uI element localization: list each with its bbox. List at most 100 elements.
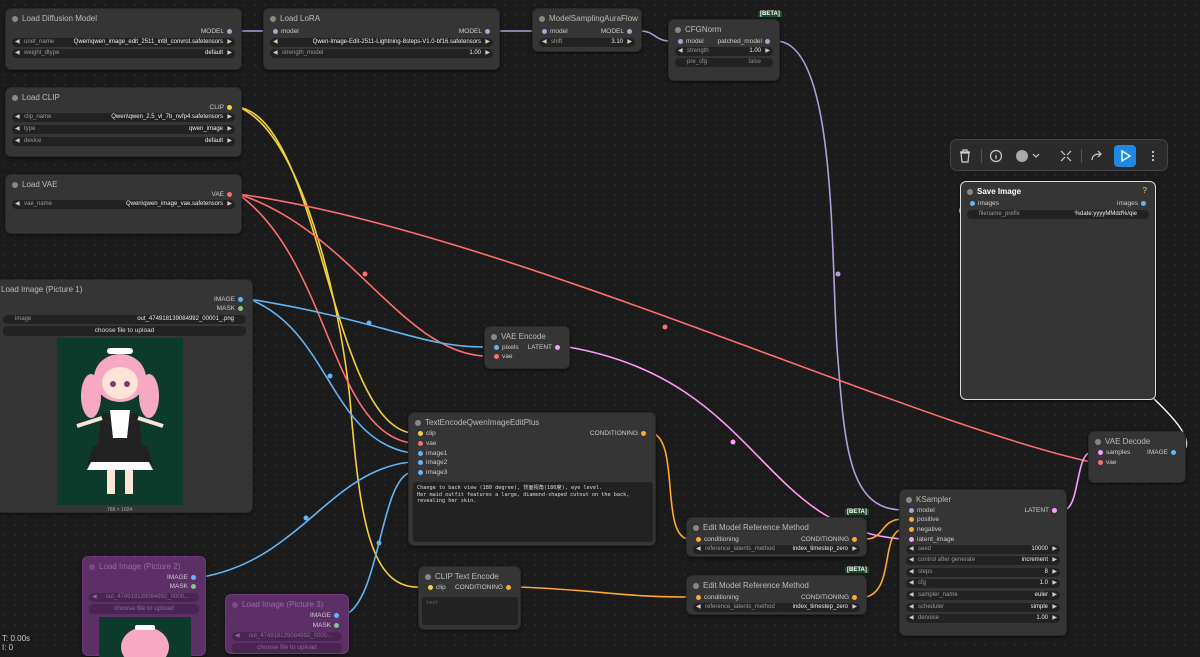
node-title[interactable]: Edit Model Reference Method bbox=[687, 576, 866, 596]
node-vae-decode[interactable]: VAE Decode samples vae IMAGE bbox=[1088, 431, 1186, 483]
redo-icon[interactable] bbox=[1088, 147, 1106, 165]
reference-method-widget[interactable]: ◀ reference_latents_method index_timestep_… bbox=[693, 545, 860, 554]
node-load-image-3[interactable]: Load Image (Picture 3) IMAGE MASK ◀ out_4… bbox=[225, 594, 349, 654]
input-vae[interactable]: vae bbox=[1095, 459, 1116, 467]
strength-widget[interactable]: ◀ strength 1.00 ▶ bbox=[675, 47, 773, 56]
type-widget[interactable]: ◀ type qwen_image ▶ bbox=[12, 125, 235, 134]
upload-button[interactable]: choose file to upload bbox=[3, 326, 246, 336]
reference-method-widget[interactable]: ◀ reference_latents_method index_timestep_… bbox=[693, 603, 860, 612]
input-model[interactable]: model bbox=[675, 38, 704, 46]
output-conditioning[interactable]: CONDITIONING bbox=[801, 536, 860, 544]
output-image[interactable]: IMAGE bbox=[167, 574, 199, 582]
node-clip-text-encode[interactable]: CLIP Text Encode clip CONDITIONING text bbox=[418, 566, 521, 630]
image-select-widget[interactable]: ◀ out_474918139084992_0000... bbox=[89, 593, 199, 602]
unet-name-widget[interactable]: ◀ unet_name Qwen\qwen_image_edit_2511_int8… bbox=[12, 38, 235, 47]
node-title[interactable]: Load CLIP bbox=[6, 88, 241, 108]
output-conditioning[interactable]: CONDITIONING bbox=[801, 594, 860, 602]
output-mask[interactable]: MASK bbox=[313, 622, 342, 630]
node-title[interactable]: ModelSamplingAuraFlow bbox=[533, 9, 641, 29]
node-text-encode-qwen[interactable]: TextEncodeQwenImageEditPlus clip vae ima… bbox=[408, 412, 656, 546]
output-mask[interactable]: MASK bbox=[170, 583, 199, 591]
input-samples[interactable]: samples bbox=[1095, 449, 1130, 457]
node-title[interactable]: Load Diffusion Model bbox=[6, 9, 241, 29]
image-select-widget[interactable]: image out_474918139084992_00001_.png bbox=[3, 315, 246, 324]
node-ksampler[interactable]: KSampler model positive negative latent_… bbox=[899, 489, 1067, 636]
node-title[interactable]: Save Image bbox=[961, 182, 1155, 202]
cfg-widget[interactable]: ◀ cfg 1.0 ▶ bbox=[906, 579, 1060, 588]
help-icon[interactable]: ? bbox=[1143, 186, 1147, 195]
node-load-vae[interactable]: Load VAE VAE ◀ vae_name Qwen\qwen_image_va… bbox=[5, 174, 242, 234]
lora-name-widget[interactable]: ◀ Qwen-Image-Edit-2511-Lightning-8steps-V… bbox=[270, 38, 493, 47]
input-conditioning[interactable]: conditioning bbox=[693, 594, 739, 602]
vae-name-widget[interactable]: ◀ vae_name Qwen\qwen_image_vae.safetensors… bbox=[12, 200, 235, 209]
strength-model-widget[interactable]: ◀ strength_model 1.00 ▶ bbox=[270, 49, 493, 58]
output-vae[interactable]: VAE bbox=[211, 191, 235, 199]
output-image[interactable]: IMAGE bbox=[214, 296, 246, 304]
upload-button[interactable]: choose file to upload bbox=[232, 643, 342, 653]
play-icon[interactable] bbox=[1114, 145, 1136, 167]
sampler-name-widget[interactable]: ◀ sampler_name euler ▶ bbox=[906, 591, 1060, 600]
node-load-lora[interactable]: Load LoRA model MODEL ◀ Qwen-Image-Edit-2… bbox=[263, 8, 500, 70]
node-title[interactable]: Load LoRA bbox=[264, 9, 499, 29]
filename-prefix-input[interactable]: filename_prefix %date:yyyyMMdd%/qie bbox=[967, 210, 1149, 219]
output-model[interactable]: MODEL bbox=[459, 28, 493, 36]
output-latent[interactable]: LATENT bbox=[528, 344, 563, 352]
input-clip[interactable]: clip bbox=[415, 430, 436, 438]
output-image[interactable]: IMAGE bbox=[310, 612, 342, 620]
output-mask[interactable]: MASK bbox=[217, 305, 246, 313]
output-latent[interactable]: LATENT bbox=[1025, 507, 1060, 515]
node-title[interactable]: Edit Model Reference Method bbox=[687, 518, 866, 538]
output-images[interactable]: images bbox=[1117, 200, 1149, 208]
input-image2[interactable]: image2 bbox=[415, 459, 447, 467]
input-vae[interactable]: vae bbox=[415, 440, 436, 448]
control-after-generate-widget[interactable]: ◀ control after generate increment ▶ bbox=[906, 556, 1060, 565]
input-image3[interactable]: image3 bbox=[415, 469, 447, 477]
color-circle-icon[interactable] bbox=[1013, 147, 1043, 165]
more-icon[interactable] bbox=[1144, 147, 1162, 165]
node-cfgnorm[interactable]: CFGNorm model patched_model ◀ strength 1.0… bbox=[668, 19, 780, 81]
node-model-sampling-auraflow[interactable]: ModelSamplingAuraFlow model MODEL ◀ shift… bbox=[532, 8, 642, 52]
node-edit-model-reference-1[interactable]: Edit Model Reference Method conditioning… bbox=[686, 517, 867, 557]
input-images[interactable]: images bbox=[967, 200, 999, 208]
seed-widget[interactable]: ◀ seed 10000 ▶ bbox=[906, 545, 1060, 554]
output-model[interactable]: MODEL bbox=[601, 28, 635, 36]
clip-name-widget[interactable]: ◀ clip_name Qwen\qwen_2.5_vl_7b_nvfp4.safe… bbox=[12, 113, 235, 122]
input-model[interactable]: model bbox=[539, 28, 568, 36]
denoise-widget[interactable]: ◀ denoise 1.00 ▶ bbox=[906, 614, 1060, 623]
input-model[interactable]: model bbox=[270, 28, 299, 36]
output-conditioning[interactable]: CONDITIONING bbox=[590, 430, 649, 438]
scheduler-widget[interactable]: ◀ scheduler simple ▶ bbox=[906, 603, 1060, 612]
output-clip[interactable]: CLIP bbox=[210, 104, 235, 112]
node-vae-encode[interactable]: VAE Encode pixels vae LATENT bbox=[484, 326, 570, 369]
output-patched-model[interactable]: patched_model bbox=[718, 38, 773, 46]
input-clip[interactable]: clip bbox=[425, 584, 446, 592]
node-title[interactable]: Load VAE bbox=[6, 175, 241, 195]
input-negative[interactable]: negative bbox=[906, 526, 942, 534]
node-load-clip[interactable]: Load CLIP CLIP ◀ clip_name Qwen\qwen_2.5_v… bbox=[5, 87, 242, 157]
prompt-textarea[interactable]: Change to back view (180 degree), 背面视角(1… bbox=[413, 482, 653, 542]
node-load-image-2[interactable]: Load Image (Picture 2) IMAGE MASK ◀ out_4… bbox=[82, 556, 206, 657]
trash-icon[interactable] bbox=[956, 147, 974, 165]
input-image1[interactable]: image1 bbox=[415, 450, 447, 458]
shift-widget[interactable]: ◀ shift 3.10 ▶ bbox=[539, 38, 635, 47]
input-vae[interactable]: vae bbox=[491, 353, 512, 361]
device-widget[interactable]: ◀ device default ▶ bbox=[12, 137, 235, 146]
output-conditioning[interactable]: CONDITIONING bbox=[455, 584, 514, 592]
output-model[interactable]: MODEL bbox=[201, 28, 235, 36]
info-icon[interactable] bbox=[987, 147, 1005, 165]
input-model[interactable]: model bbox=[906, 507, 935, 515]
pre-cfg-toggle[interactable]: pre_cfg false bbox=[675, 58, 773, 67]
node-save-image[interactable]: Save Image ? images images filename_pref… bbox=[960, 181, 1156, 400]
input-conditioning[interactable]: conditioning bbox=[693, 536, 739, 544]
node-title[interactable]: CFGNorm bbox=[669, 20, 779, 40]
upload-button[interactable]: choose file to upload bbox=[89, 604, 199, 614]
output-image[interactable]: IMAGE bbox=[1147, 449, 1179, 457]
input-positive[interactable]: positive bbox=[906, 516, 939, 524]
input-pixels[interactable]: pixels bbox=[491, 344, 519, 352]
node-load-image-1[interactable]: Load Image (Picture 1) IMAGE MASK image o… bbox=[0, 279, 253, 513]
node-load-diffusion-model[interactable]: Load Diffusion Model MODEL ◀ unet_name Qwe… bbox=[5, 8, 242, 70]
steps-widget[interactable]: ◀ steps 8 ▶ bbox=[906, 568, 1060, 577]
prompt-textarea[interactable]: text bbox=[422, 597, 518, 625]
weight-dtype-widget[interactable]: ◀ weight_dtype default ▶ bbox=[12, 49, 235, 58]
input-latent-image[interactable]: latent_image bbox=[906, 536, 954, 544]
